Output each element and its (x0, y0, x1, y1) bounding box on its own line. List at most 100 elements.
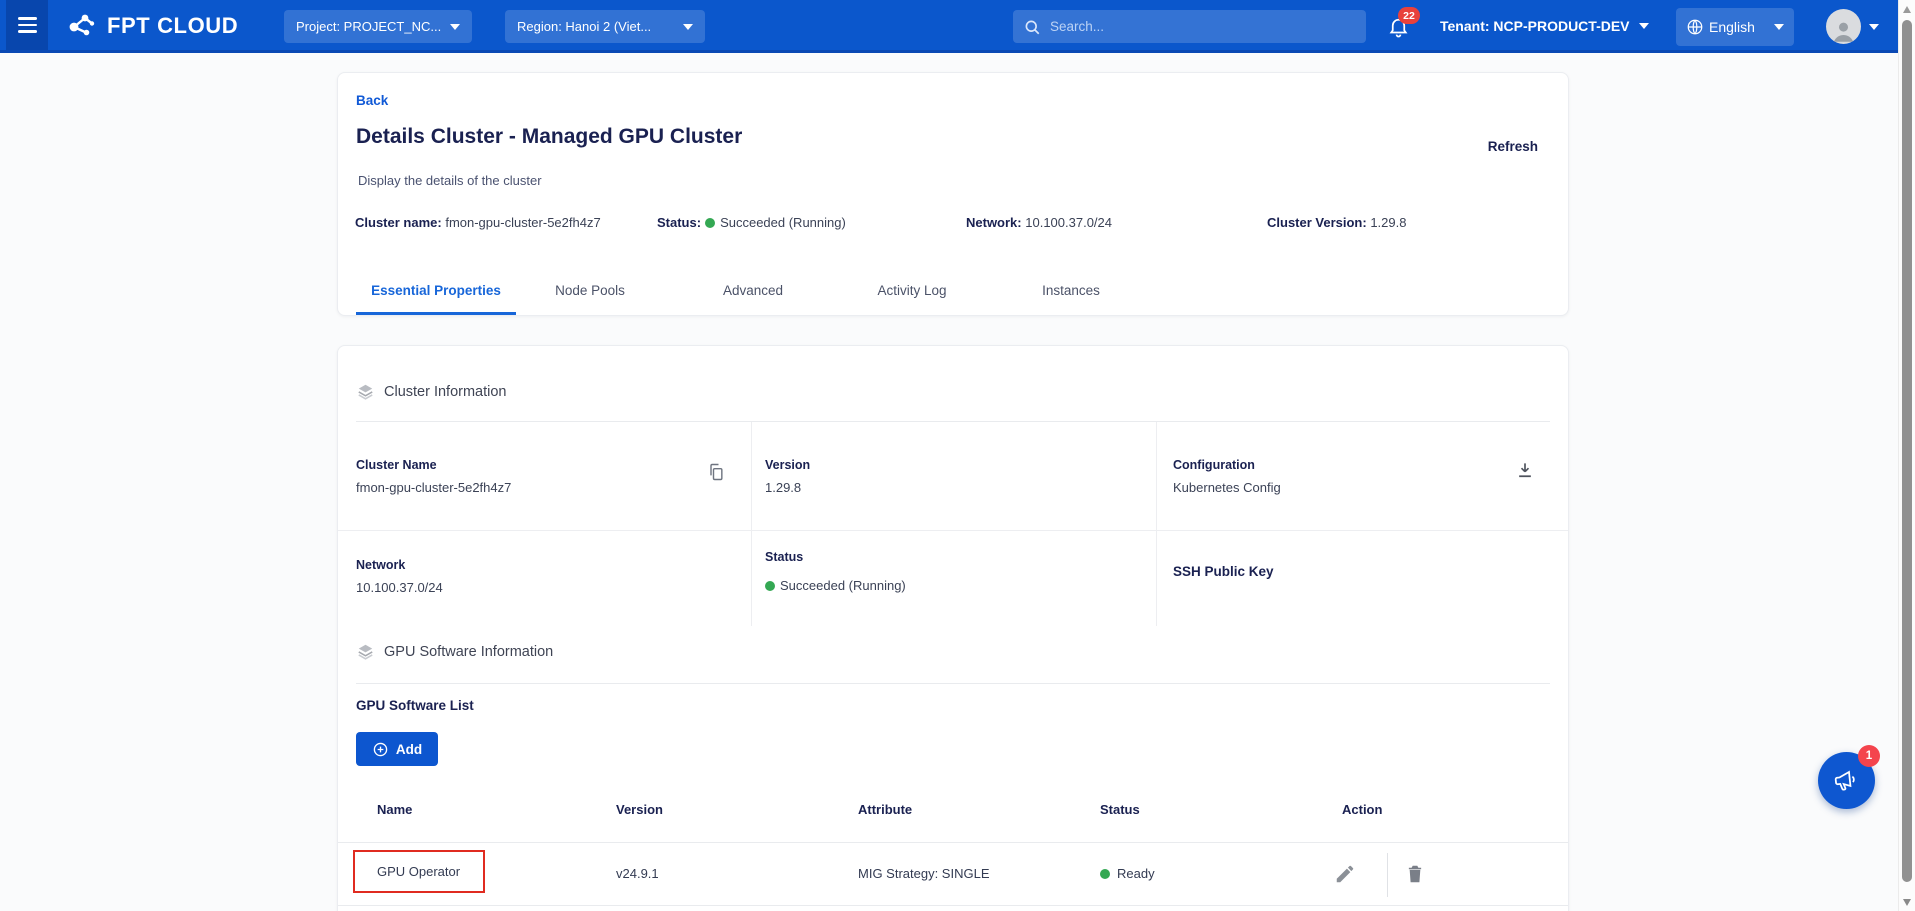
col-status: Status (1100, 802, 1140, 817)
scrollbar-thumb[interactable] (1902, 20, 1912, 882)
divider (356, 683, 1550, 684)
summary-network: Network: 10.100.37.0/24 (966, 215, 1112, 230)
page-title: Details Cluster - Managed GPU Cluster (356, 125, 742, 149)
chevron-down-icon (1869, 24, 1879, 30)
global-search (1013, 10, 1366, 43)
essential-properties-card: Cluster Information Cluster Name fmon-gp… (337, 345, 1569, 911)
plus-circle-icon (372, 741, 389, 758)
cluster-header-card: Back Details Cluster - Managed GPU Clust… (337, 72, 1569, 316)
row-status: Ready (1100, 866, 1155, 881)
gpu-software-table-header: Name Version Attribute Status Action (338, 802, 1568, 822)
section-title: Cluster Information (384, 384, 507, 400)
divider (356, 421, 1550, 422)
refresh-button[interactable]: Refresh (1488, 139, 1538, 154)
megaphone-icon (1831, 765, 1862, 796)
language-label: English (1709, 19, 1755, 35)
project-dropdown[interactable]: Project: PROJECT_NC... (284, 10, 472, 43)
divider (338, 530, 1568, 531)
col-version: Version (616, 802, 663, 817)
back-link[interactable]: Back (356, 93, 388, 108)
hamburger-icon (18, 17, 37, 20)
status-dot (705, 218, 715, 228)
tenant-dropdown-label: Tenant: NCP-PRODUCT-DEV (1440, 18, 1630, 34)
status-dot (765, 581, 775, 591)
configuration-value: Kubernetes Config (1173, 480, 1281, 495)
annotation-highlight: GPU Operator (353, 850, 485, 893)
region-dropdown-label: Region: Hanoi 2 (Viet... (517, 19, 651, 34)
top-navbar: FPT CLOUD Project: PROJECT_NC... Region:… (0, 0, 1898, 53)
avatar (1826, 9, 1861, 44)
announcements-button[interactable]: 1 (1818, 752, 1875, 809)
table-row: GPU Operator v24.9.1 MIG Strategy: SINGL… (338, 842, 1568, 906)
summary-cluster-name: Cluster name: fmon-gpu-cluster-5e2fh4z7 (355, 215, 601, 230)
chevron-down-icon (683, 24, 693, 30)
divider (1387, 853, 1388, 897)
cluster-information-section-header: Cluster Information (356, 382, 507, 401)
trash-icon (1404, 863, 1426, 885)
divider (1156, 422, 1157, 626)
status-dot (1100, 869, 1110, 879)
tab-node-pools[interactable]: Node Pools (542, 271, 638, 315)
copy-icon (706, 462, 726, 482)
language-dropdown[interactable]: English (1676, 8, 1794, 46)
fab-badge: 1 (1858, 745, 1880, 767)
brand-logo[interactable]: FPT CLOUD (64, 10, 238, 42)
col-name: Name (377, 802, 412, 817)
globe-icon (1686, 18, 1704, 36)
tenant-dropdown[interactable]: Tenant: NCP-PRODUCT-DEV (1440, 18, 1649, 34)
cluster-summary-row: Cluster name: fmon-gpu-cluster-5e2fh4z7 … (338, 215, 1568, 235)
account-menu[interactable] (1826, 9, 1879, 44)
download-icon (1515, 460, 1535, 480)
chevron-down-icon (1774, 24, 1784, 30)
tab-instances[interactable]: Instances (1026, 271, 1116, 315)
gpu-software-section-header: GPU Software Information (356, 642, 553, 661)
notification-badge: 22 (1398, 7, 1420, 24)
scroll-down-arrow[interactable] (1903, 899, 1911, 906)
version-value: 1.29.8 (765, 480, 801, 495)
version-label: Version (765, 458, 810, 472)
download-config-button[interactable] (1515, 460, 1535, 483)
configuration-label: Configuration (1173, 458, 1255, 472)
section-title: GPU Software Information (384, 644, 553, 660)
status-value: Succeeded (Running) (765, 578, 906, 593)
person-icon (1830, 17, 1857, 44)
scroll-up-arrow[interactable] (1903, 6, 1911, 13)
edit-button[interactable] (1334, 863, 1356, 888)
molecule-logo-icon (64, 10, 98, 42)
network-label: Network (356, 558, 405, 572)
copy-button[interactable] (706, 462, 726, 485)
col-attribute: Attribute (858, 802, 912, 817)
layers-icon (356, 642, 375, 661)
chevron-down-icon (1639, 23, 1649, 29)
tab-advanced[interactable]: Advanced (708, 271, 798, 315)
col-action: Action (1342, 802, 1382, 817)
page-subtitle: Display the details of the cluster (358, 173, 542, 188)
delete-button[interactable] (1404, 863, 1426, 888)
search-icon (1023, 18, 1041, 36)
tab-activity-log[interactable]: Activity Log (862, 271, 962, 315)
brand-text: FPT CLOUD (107, 13, 238, 39)
divider (751, 422, 752, 626)
status-label: Status (765, 550, 803, 564)
summary-cluster-version: Cluster Version: 1.29.8 (1267, 215, 1406, 230)
row-name: GPU Operator (355, 864, 460, 879)
add-gpu-software-button[interactable]: Add (356, 732, 438, 766)
project-dropdown-label: Project: PROJECT_NC... (296, 19, 441, 34)
network-value: 10.100.37.0/24 (356, 580, 443, 595)
pencil-icon (1334, 863, 1356, 885)
page-scrollbar (1898, 0, 1915, 911)
search-input[interactable] (1050, 19, 1356, 34)
gpu-software-list-title: GPU Software List (356, 698, 474, 713)
row-version: v24.9.1 (616, 866, 659, 881)
layers-icon (356, 382, 375, 401)
region-dropdown[interactable]: Region: Hanoi 2 (Viet... (505, 10, 705, 43)
row-attribute: MIG Strategy: SINGLE (858, 866, 990, 881)
chevron-down-icon (450, 24, 460, 30)
cluster-name-value: fmon-gpu-cluster-5e2fh4z7 (356, 480, 511, 495)
ssh-public-key-label: SSH Public Key (1173, 564, 1274, 579)
cluster-name-label: Cluster Name (356, 458, 437, 472)
menu-button[interactable] (6, 0, 48, 50)
tab-essential-properties[interactable]: Essential Properties (356, 271, 516, 315)
notifications-button[interactable]: 22 (1387, 15, 1413, 41)
details-tabs: Essential Properties Node Pools Advanced… (356, 271, 1552, 315)
